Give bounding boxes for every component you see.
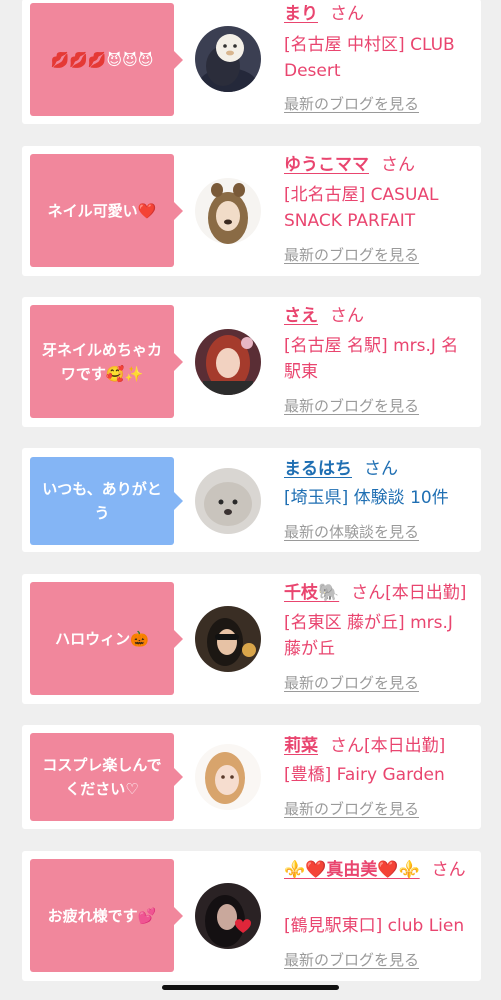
- home-indicator[interactable]: [162, 985, 339, 990]
- message-bubble: いつも、ありがとう: [30, 457, 183, 545]
- message-bubble: お疲れ様です💕: [30, 859, 183, 972]
- post-card-maruhachi: いつも、ありがとう まるはち さん [埼玉県] 体験談 10件 最新の体験談を見る: [22, 448, 481, 552]
- message-text: 牙ネイルめちゃカワです🥰✨: [41, 340, 162, 383]
- user-name-link[interactable]: 千枝🐘: [284, 583, 339, 603]
- user-name-link[interactable]: さえ: [284, 306, 318, 326]
- shop-location: [名古屋 中村区] CLUB Desert: [284, 35, 455, 81]
- post-card-chie: ハロウィン🎃 千枝🐘 さん[本日出勤] [名東区 藤が丘] mrs.J 藤が丘 最…: [22, 574, 481, 704]
- latest-blog-link[interactable]: 最新のブログを見る: [284, 949, 419, 971]
- message-bubble: 牙ネイルめちゃカワです🥰✨: [30, 305, 183, 418]
- message-bubble: ネイル可愛い❤️: [30, 154, 183, 267]
- avatar[interactable]: [195, 26, 261, 92]
- honorific: さん: [364, 459, 398, 479]
- user-line: まり さん: [284, 1, 474, 27]
- latest-blog-link[interactable]: 最新のブログを見る: [284, 798, 419, 820]
- user-name-link[interactable]: まるはち: [284, 459, 352, 479]
- avatar[interactable]: [195, 468, 261, 534]
- post-card-mayumi: お疲れ様です💕 ⚜️❤️真由美❤️⚜️ さん [鶴見駅東口] club Lien …: [22, 851, 481, 981]
- honorific: さん: [381, 155, 415, 175]
- honorific: さん: [351, 583, 386, 603]
- shop-location: [名古屋 名駅] mrs.J 名駅東: [284, 336, 459, 382]
- post-card-sae: 牙ネイルめちゃカワです🥰✨ さえ さん [名古屋 名駅] mrs.J 名駅東 最新…: [22, 297, 481, 427]
- work-status: [本日出勤]: [385, 583, 467, 603]
- message-bubble: ハロウィン🎃: [30, 582, 183, 695]
- message-text: ハロウィン🎃: [55, 629, 149, 648]
- user-line: まるはち さん: [284, 456, 474, 482]
- shop-location: [鶴見駅東口] club Lien: [284, 916, 465, 936]
- message-text: お疲れ様です💕: [47, 906, 157, 925]
- post-card-yuko: ネイル可愛い❤️ ゆうこママ さん [北名古屋] CASUAL SNACK PAR…: [22, 146, 481, 276]
- message-text: コスプレ楽しんでください♡: [42, 756, 162, 798]
- message-text: ネイル可愛い❤️: [47, 201, 157, 220]
- user-line: ゆうこママ さん: [284, 152, 474, 178]
- avatar[interactable]: [195, 178, 261, 244]
- latest-blog-link[interactable]: 最新のブログを見る: [284, 244, 419, 266]
- honorific: さん: [330, 736, 364, 756]
- shop-location: [北名古屋] CASUAL SNACK PARFAIT: [284, 185, 439, 231]
- latest-blog-link[interactable]: 最新のブログを見る: [284, 395, 419, 417]
- user-name-link[interactable]: ゆうこママ: [284, 155, 369, 175]
- message-text: いつも、ありがとう: [42, 480, 162, 522]
- honorific: さん: [330, 306, 364, 326]
- shop-location: [豊橋] Fairy Garden: [284, 765, 445, 785]
- user-name-link[interactable]: ⚜️❤️真由美❤️⚜️: [284, 860, 420, 880]
- post-card-mari: 💋💋💋😈😈😈 まり さん [名古屋 中村区] CLUB Desert 最新のブログ…: [22, 0, 481, 124]
- user-name-link[interactable]: まり: [284, 4, 318, 24]
- latest-review-link[interactable]: 最新の体験談を見る: [284, 521, 419, 543]
- message-text: 💋💋💋😈😈😈: [50, 50, 154, 69]
- user-name-link[interactable]: 莉菜: [284, 736, 318, 756]
- latest-blog-link[interactable]: 最新のブログを見る: [284, 672, 419, 694]
- avatar[interactable]: [195, 744, 261, 810]
- message-bubble: 💋💋💋😈😈😈: [30, 3, 183, 116]
- avatar[interactable]: [195, 606, 261, 672]
- honorific: さん: [330, 4, 364, 24]
- message-bubble: コスプレ楽しんでください♡: [30, 733, 183, 821]
- shop-location: [埼玉県] 体験談 10件: [284, 488, 449, 508]
- honorific: さん: [431, 860, 466, 880]
- post-card-rina: コスプレ楽しんでください♡ 莉菜 さん[本日出勤] [豊橋] Fairy Gard…: [22, 725, 481, 829]
- user-line: 莉菜 さん[本日出勤]: [284, 733, 474, 759]
- shop-location: [名東区 藤が丘] mrs.J 藤が丘: [284, 613, 453, 659]
- user-line: さえ さん: [284, 303, 474, 329]
- work-status: [本日出勤]: [364, 736, 446, 756]
- avatar[interactable]: [195, 883, 261, 949]
- latest-blog-link[interactable]: 最新のブログを見る: [284, 93, 419, 115]
- avatar[interactable]: [195, 329, 261, 395]
- user-line: 千枝🐘 さん[本日出勤]: [284, 580, 474, 606]
- user-line: ⚜️❤️真由美❤️⚜️ さん: [284, 857, 474, 883]
